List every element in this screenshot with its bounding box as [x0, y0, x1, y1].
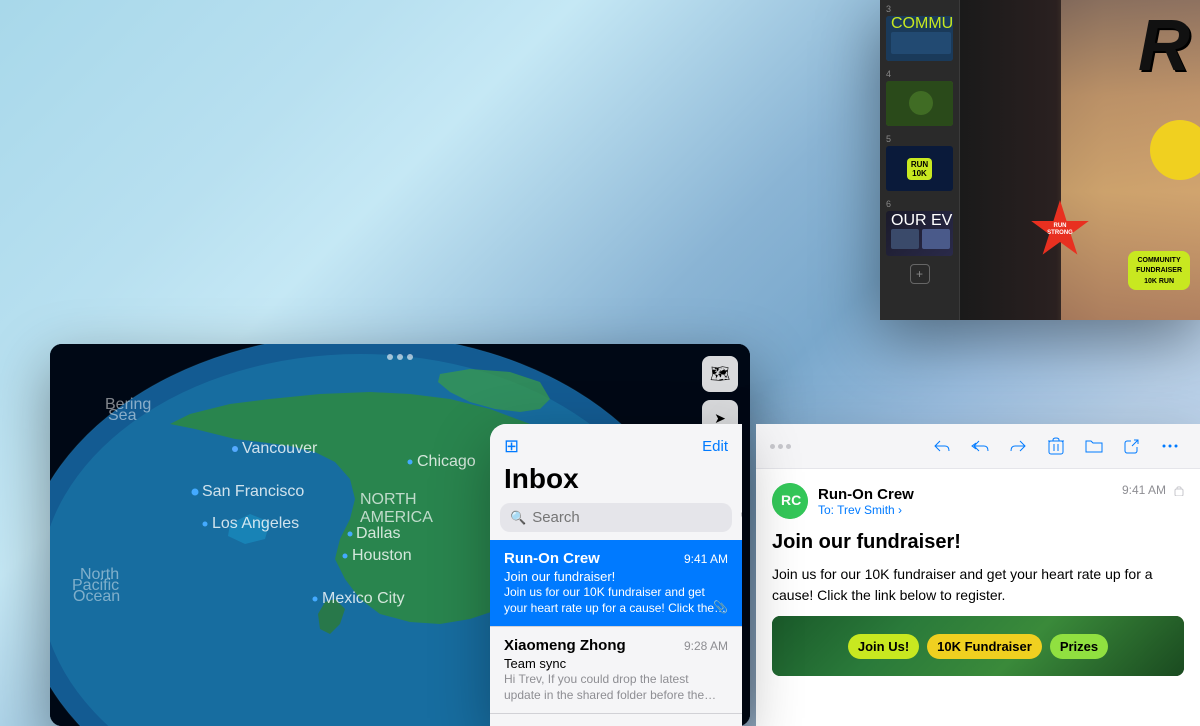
slide-6-number: 6	[886, 199, 953, 209]
email-2-time: 9:28 AM	[684, 639, 728, 653]
search-input[interactable]	[532, 509, 731, 526]
email-item-run-on-crew[interactable]: Run-On Crew 9:41 AM Join our fundraiser!…	[490, 540, 742, 627]
inbox-header: ⊞ Edit	[490, 424, 742, 463]
inbox-search-bar[interactable]: 🔍 🎙	[500, 503, 732, 532]
svg-text:Chicago: Chicago	[417, 453, 476, 470]
detail-dot-3	[786, 444, 791, 449]
slide-5-image: RUN10K	[886, 146, 953, 191]
prizes-badge: Prizes	[1050, 634, 1108, 659]
email-item-xiaomeng-friday[interactable]: Xiaomeng Zhong 9:13 AM Friday meeting	[490, 714, 742, 726]
detail-email-image: Join Us! 10K Fundraiser Prizes	[772, 616, 1184, 676]
mic-icon[interactable]: 🎙	[737, 510, 742, 526]
sender-info: RC Run-On Crew To: Trev Smith ›	[772, 483, 914, 519]
mail-detail-panel: RC Run-On Crew To: Trev Smith › 9:41 AM …	[756, 424, 1200, 726]
slide-3-number: 3	[886, 4, 953, 14]
detail-body: Join us for our 10K fundraiser and get y…	[772, 564, 1184, 606]
slide-5-thumb[interactable]: 5 RUN10K	[880, 130, 959, 195]
external-button[interactable]	[1116, 432, 1148, 460]
detail-email-header: RC Run-On Crew To: Trev Smith › 9:41 AM	[772, 483, 1184, 519]
lock-icon	[1174, 484, 1184, 496]
svg-text:AMERICA: AMERICA	[360, 509, 433, 526]
email-2-header: Xiaomeng Zhong 9:28 AM	[504, 637, 728, 654]
reply-all-button[interactable]	[964, 432, 996, 460]
email-1-time: 9:41 AM	[684, 552, 728, 566]
slide-3-thumb[interactable]: 3 COMMUNITY	[880, 0, 959, 65]
reply-button[interactable]	[926, 432, 958, 460]
slide-5-number: 5	[886, 134, 953, 144]
design-sidebar: 3 COMMUNITY 4 5 RUN10K	[880, 0, 960, 320]
svg-text:Los Angeles: Los Angeles	[212, 515, 299, 532]
sender-to: To: Trev Smith ›	[818, 503, 914, 517]
search-icon: 🔍	[510, 510, 526, 526]
sender-name: Run-On Crew	[818, 486, 914, 503]
slide-6-thumb[interactable]: 6 OUR EVENTS	[880, 195, 959, 260]
community-sticker: COMMUNITY FUNDRAISER 10K RUN	[1128, 251, 1190, 290]
add-slide-button[interactable]: +	[880, 264, 959, 284]
email-list: Run-On Crew 9:41 AM Join our fundraiser!…	[490, 540, 742, 726]
slide-6-image: OUR EVENTS	[886, 211, 953, 256]
detail-email-time: 9:41 AM	[1122, 483, 1166, 497]
email-1-attachment-icon: 📎	[713, 600, 728, 614]
folder-button[interactable]	[1078, 432, 1110, 460]
slide-4-number: 4	[886, 69, 953, 79]
design-window: 3 COMMUNITY 4 5 RUN10K	[880, 0, 1200, 320]
svg-text:OUR EVENTS: OUR EVENTS	[891, 212, 953, 229]
email-1-preview: Join us for our 10K fundraiser and get y…	[504, 585, 728, 616]
sender-avatar: RC	[772, 483, 808, 519]
email-2-sender: Xiaomeng Zhong	[504, 637, 626, 654]
svg-text:Mexico City: Mexico City	[322, 590, 405, 607]
10k-fundraiser-badge: 10K Fundraiser	[927, 634, 1042, 659]
svg-text:Dallas: Dallas	[356, 525, 400, 542]
email-2-subject: Team sync	[504, 656, 728, 671]
slide-3-image: COMMUNITY	[886, 16, 953, 61]
detail-subject: Join our fundraiser!	[772, 531, 1184, 554]
slide-4-thumb[interactable]: 4	[880, 65, 959, 130]
more-button[interactable]	[1154, 432, 1186, 460]
large-r-letter: R	[1138, 10, 1190, 82]
inbox-title: Inbox	[490, 463, 742, 503]
sender-to-chevron: ›	[898, 503, 902, 517]
svg-text:San Francisco: San Francisco	[202, 483, 304, 500]
detail-time-area: 9:41 AM	[1122, 483, 1184, 497]
detail-dot-1	[770, 444, 775, 449]
email-item-xiaomeng-sync[interactable]: Xiaomeng Zhong 9:28 AM Team sync Hi Trev…	[490, 627, 742, 714]
slide-4-image	[886, 81, 953, 126]
detail-dots	[770, 444, 791, 449]
mail-inbox-panel: ⊞ Edit Inbox 🔍 🎙 Run-On Crew 9:41 AM Joi…	[490, 424, 742, 726]
inbox-edit-button[interactable]: Edit	[702, 438, 728, 455]
forward-button[interactable]	[1002, 432, 1034, 460]
join-us-badge: Join Us!	[848, 634, 919, 659]
detail-dot-2	[778, 444, 783, 449]
email-1-subject: Join our fundraiser!	[504, 569, 728, 584]
maps-map-button[interactable]: 🗺	[702, 356, 738, 392]
svg-text:Houston: Houston	[352, 547, 412, 564]
maps-window-dots	[387, 354, 413, 360]
email-1-header: Run-On Crew 9:41 AM	[504, 550, 728, 567]
svg-text:RC: RC	[781, 492, 801, 508]
svg-text:NORTH: NORTH	[360, 491, 417, 508]
svg-text:Ocean: Ocean	[73, 588, 120, 605]
sender-details: Run-On Crew To: Trev Smith ›	[818, 486, 914, 517]
svg-text:Vancouver: Vancouver	[242, 440, 318, 457]
inbox-sidebar-button[interactable]: ⊞	[504, 436, 519, 457]
svg-text:COMMUNITY: COMMUNITY	[891, 16, 953, 32]
trash-button[interactable]	[1040, 432, 1072, 460]
detail-toolbar	[756, 424, 1200, 469]
svg-text:Sea: Sea	[108, 407, 137, 424]
design-main-canvas: R COMMUNITY FUNDRAISER 10K RUN RUNSTRONG	[960, 0, 1200, 320]
email-2-preview: Hi Trev, If you could drop the latest up…	[504, 672, 728, 703]
email-1-sender: Run-On Crew	[504, 550, 600, 567]
sender-to-name[interactable]: Trev Smith	[837, 503, 895, 517]
run-10k-badge: RUN10K	[907, 158, 932, 180]
detail-content: RC Run-On Crew To: Trev Smith › 9:41 AM …	[756, 469, 1200, 726]
